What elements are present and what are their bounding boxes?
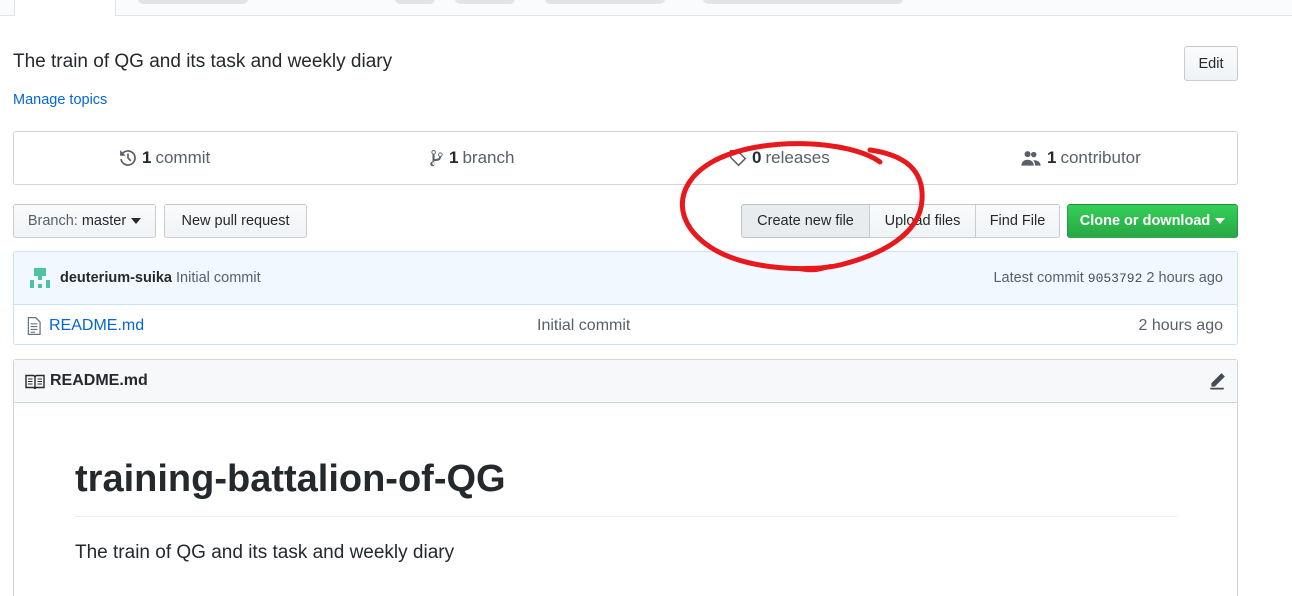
commits-count[interactable]: 1 commit — [119, 132, 210, 184]
caret-down-icon — [131, 218, 142, 224]
readme-heading: training-battalion-of-QG — [75, 458, 506, 500]
clone-label: Clone or download — [1079, 213, 1211, 229]
file-list: deuterium-suika Initial commit Latest co… — [13, 251, 1238, 345]
latest-commit-bar: deuterium-suika Initial commit Latest co… — [14, 252, 1237, 305]
create-new-file-button[interactable]: Create new file — [741, 204, 870, 238]
readme-paragraph: The train of QG and its task and weekly … — [75, 542, 455, 563]
find-file-button[interactable]: Find File — [975, 204, 1060, 238]
contributors-label: contributor — [1060, 148, 1141, 167]
tab-projects[interactable] — [455, 0, 515, 4]
people-icon — [1021, 151, 1041, 166]
releases-label: releases — [765, 148, 830, 167]
readme-filename: README.md — [50, 372, 148, 389]
clone-or-download-button[interactable]: Clone or download — [1067, 204, 1238, 238]
tag-icon — [729, 149, 747, 167]
caret-down-icon — [1215, 218, 1226, 224]
book-icon — [25, 374, 45, 390]
commit-age: 2 hours ago — [1146, 270, 1223, 286]
tab-issues[interactable] — [138, 0, 248, 4]
file-age: 2 hours ago — [1138, 317, 1223, 334]
numbers-summary: 1 commit 1 branch 0 releases 1 contribut… — [13, 131, 1238, 185]
tab-pull-requests[interactable] — [395, 0, 435, 4]
edit-description-button[interactable]: Edit — [1184, 46, 1238, 81]
upload-files-button[interactable]: Upload files — [869, 204, 976, 238]
avatar[interactable] — [30, 268, 50, 288]
new-pull-request-button[interactable]: New pull request — [164, 204, 307, 238]
latest-commit-prefix: Latest commit — [993, 270, 1084, 286]
file-icon — [27, 317, 41, 335]
branch-icon — [430, 150, 443, 167]
latest-commit-info: Latest commit 9053792 2 hours ago — [993, 270, 1223, 286]
branch-name: master — [81, 213, 127, 229]
commits-label: commit — [155, 148, 211, 167]
branches-number: 1 — [449, 148, 459, 167]
table-row: README.md Initial commit 2 hours ago — [14, 305, 1237, 344]
commits-number: 1 — [142, 148, 152, 167]
contributors-number: 1 — [1047, 148, 1057, 167]
pencil-icon[interactable] — [1208, 372, 1226, 390]
tab-insights[interactable] — [703, 0, 903, 4]
tab-wiki[interactable] — [545, 0, 665, 4]
readme-header: README.md — [14, 360, 1237, 403]
branch-prefix: Branch: — [27, 213, 78, 229]
releases-number: 0 — [752, 148, 762, 167]
history-icon — [120, 150, 136, 166]
commit-message[interactable]: Initial commit — [176, 270, 261, 286]
file-commit-message[interactable]: Initial commit — [537, 317, 630, 335]
file-actions-group: Create new file Upload files Find File — [741, 204, 1060, 238]
heading-divider — [75, 516, 1177, 517]
commit-author[interactable]: deuterium-suika — [60, 270, 172, 286]
commit-sha[interactable]: 9053792 — [1088, 271, 1143, 286]
file-name-link[interactable]: README.md — [49, 317, 144, 335]
contributors-count[interactable]: 1 contributor — [1020, 132, 1141, 184]
repo-description: The train of QG and its task and weekly … — [13, 51, 393, 72]
branches-count[interactable]: 1 branch — [430, 132, 514, 184]
branch-select-button[interactable]: Branch: master — [13, 204, 156, 238]
releases-count[interactable]: 0 releases — [729, 132, 830, 184]
branches-label: branch — [462, 148, 515, 167]
repo-nav-tabs — [0, 0, 1292, 16]
manage-topics-link[interactable]: Manage topics — [13, 92, 107, 108]
tab-code[interactable] — [14, 0, 116, 16]
readme-panel: README.md training-battalion-of-QG The t… — [13, 359, 1238, 596]
